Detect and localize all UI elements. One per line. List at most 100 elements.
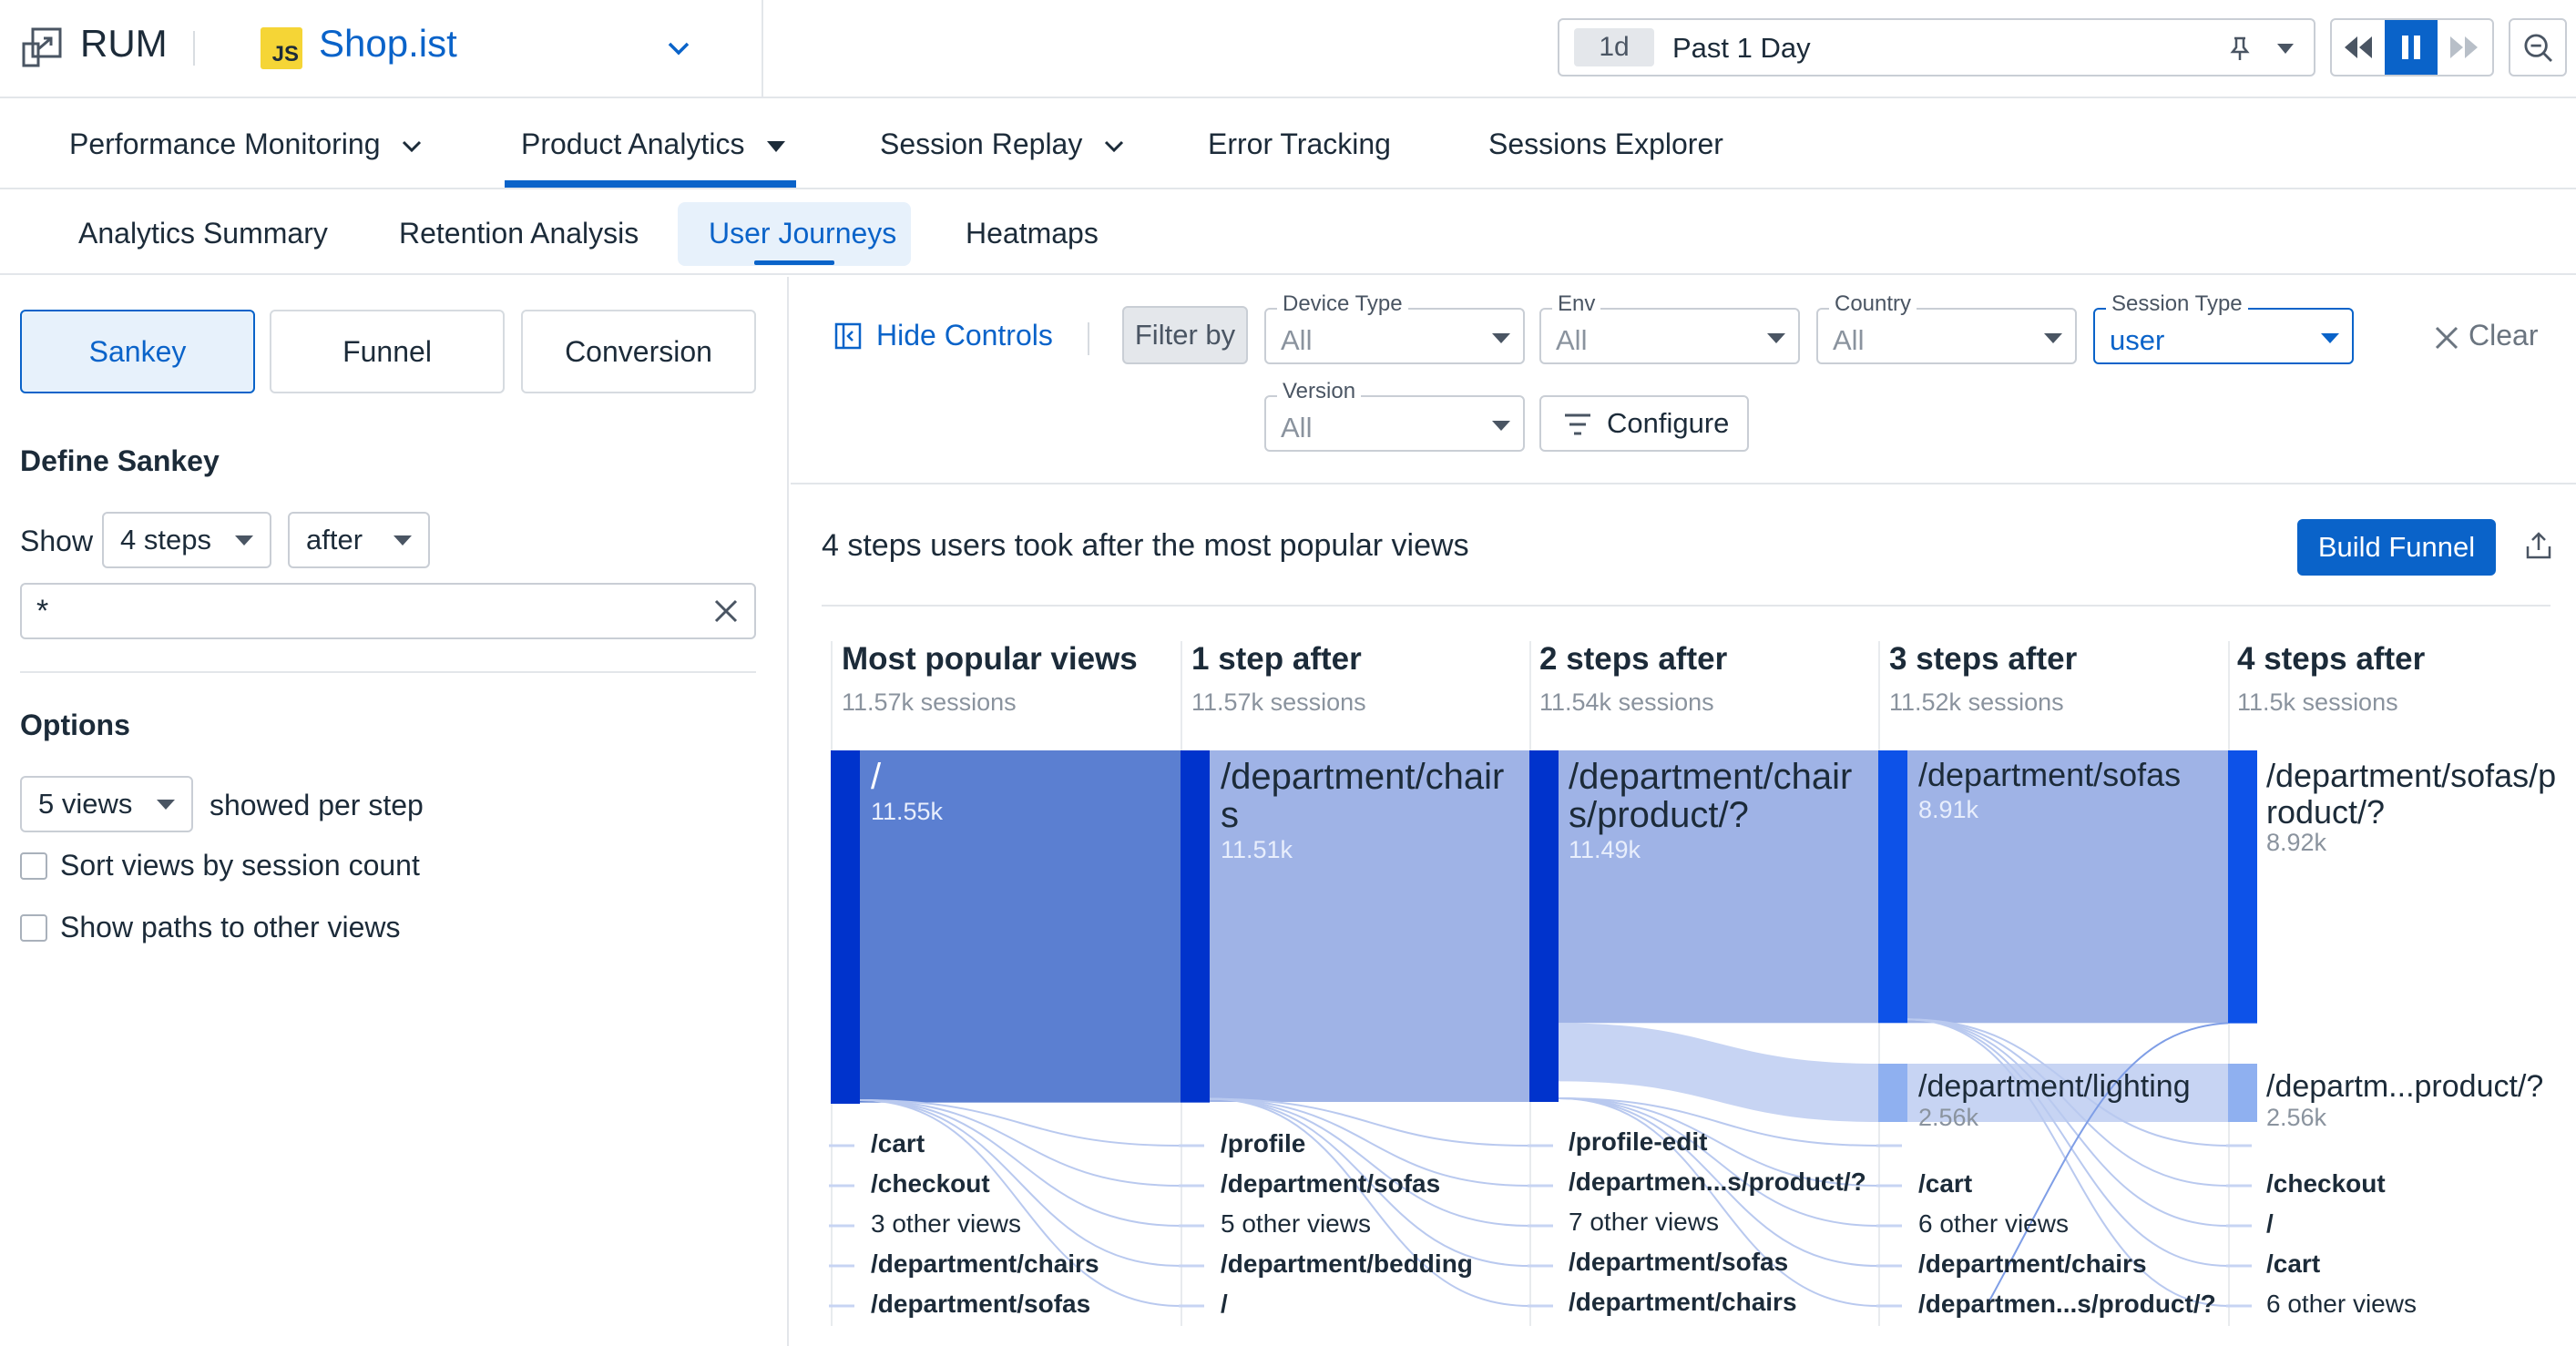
nav-sessions-explorer[interactable]: Sessions Explorer [1488,127,1723,161]
country-select[interactable]: Country All [1816,291,2077,364]
tab-analytics-summary[interactable]: Analytics Summary [78,217,328,250]
sidebar-collapse-icon[interactable] [834,322,862,350]
other-view-label[interactable]: 7 other views [1569,1208,1719,1237]
sankey-node [2228,1064,2257,1122]
other-view-label[interactable]: /department/chairs [1569,1288,1797,1317]
conversion-button[interactable]: Conversion [521,310,756,393]
build-funnel-button[interactable]: Build Funnel [2297,519,2496,576]
steps-dropdown[interactable]: 4 steps [102,512,271,568]
fast-forward-icon[interactable] [2438,20,2490,75]
node-label[interactable]: /department/lighting [1918,1067,2191,1106]
direction-dropdown[interactable]: after [288,512,430,568]
show-label: Show [20,525,94,557]
sankey-node [1878,750,1907,1024]
node-count: 8.91k [1918,796,1979,823]
other-view-label[interactable]: /department/bedding [1221,1249,1473,1279]
other-view-label[interactable]: 6 other views [1918,1209,2069,1239]
node-label[interactable]: /department/chairs/product/? [1569,758,1869,834]
caret-down-icon [1767,333,1785,343]
node-label[interactable]: /department/sofas/product/? [2266,758,2558,831]
nav-product-analytics[interactable]: Product Analytics [521,127,787,161]
filter-icon [1565,413,1590,435]
device-type-select[interactable]: Device Type All [1264,291,1525,364]
other-view-label[interactable]: 6 other views [2266,1290,2417,1319]
other-view-label[interactable]: /departmen...s/product/? [1569,1168,1866,1197]
view-filter-input[interactable]: * [20,583,756,639]
other-view-label[interactable]: /checkout [2266,1169,2386,1198]
time-range-picker[interactable]: 1d Past 1 Day [1558,18,2315,76]
node-label[interactable]: /departm...product/? [2266,1067,2543,1106]
country-value: All [1833,324,1865,356]
close-icon [2435,326,2458,349]
caret-down-icon [1492,421,1510,431]
pause-icon[interactable] [2385,20,2438,75]
column-sessions: 11.57k sessions [842,688,1017,716]
tab-heatmaps[interactable]: Heatmaps [966,217,1099,250]
rewind-icon[interactable] [2332,20,2385,75]
env-value: All [1556,324,1588,356]
show-other-paths-checkbox[interactable] [20,914,47,942]
column-title: 4 steps after [2237,641,2426,677]
caret-down-icon[interactable] [2275,40,2295,56]
env-select[interactable]: Env All [1539,291,1800,364]
other-view-label[interactable]: /department/sofas [871,1290,1090,1319]
caret-down-icon [2044,333,2062,343]
nav-performance-monitoring[interactable]: Performance Monitoring [69,127,423,161]
configure-button[interactable]: Configure [1539,395,1749,452]
node-count: 11.55k [871,798,944,825]
column-sessions: 11.57k sessions [1191,688,1366,716]
other-view-label[interactable]: /department/sofas [1569,1248,1788,1277]
playback-controls [2330,18,2494,76]
column-sessions: 11.5k sessions [2237,688,2398,716]
sankey-node [831,750,860,1104]
sankey-path [1558,1096,1879,1227]
other-view-label[interactable]: /cart [1918,1169,1972,1198]
pin-icon[interactable] [2226,35,2254,62]
node-label[interactable]: /department/chairs [1221,758,1521,834]
close-icon[interactable] [712,597,740,625]
other-view-label[interactable]: /checkout [871,1169,990,1198]
views-per-step-dropdown[interactable]: 5 views [20,776,193,832]
funnel-button[interactable]: Funnel [270,310,505,393]
hide-controls-link[interactable]: Hide Controls [876,319,1053,352]
tab-retention-analysis[interactable]: Retention Analysis [399,217,639,250]
sort-by-session-checkbox[interactable] [20,852,47,880]
other-view-label[interactable]: /profile [1221,1129,1305,1158]
sankey-button[interactable]: Sankey [20,310,255,393]
other-view-label[interactable]: /profile-edit [1569,1127,1707,1157]
version-select[interactable]: Version All [1264,379,1525,452]
other-view-label[interactable]: /department/chairs [871,1249,1099,1279]
other-view-label[interactable]: 5 other views [1221,1209,1371,1239]
other-view-label[interactable]: /departmen...s/product/? [1918,1290,2216,1319]
node-count: 2.56k [2266,1104,2327,1131]
zoom-out-icon[interactable] [2509,18,2567,76]
other-view-label[interactable]: /cart [2266,1249,2320,1279]
other-view-label[interactable]: /department/sofas [1221,1169,1440,1198]
filter-by-label: Filter by [1122,306,1248,364]
other-view-label[interactable]: /department/chairs [1918,1249,2147,1279]
env-label: Env [1552,291,1601,317]
js-logo-icon: JS [261,27,302,69]
clear-filters-button[interactable]: Clear [2434,319,2538,352]
app-selector[interactable]: Shop.ist [319,22,457,66]
other-view-label[interactable]: / [1221,1290,1228,1319]
divider [822,605,2550,607]
caret-down-icon [767,140,786,152]
other-view-label[interactable]: 3 other views [871,1209,1021,1239]
other-view-label[interactable]: / [2266,1209,2274,1239]
other-view-label[interactable]: /cart [871,1129,925,1158]
export-icon[interactable] [2523,530,2554,561]
column-title: 1 step after [1191,641,1362,677]
node-label[interactable]: /department/sofas [1918,756,2228,794]
nav-error-tracking[interactable]: Error Tracking [1208,127,1391,161]
sub-nav: Analytics Summary Retention Analysis Use… [0,191,2576,275]
sankey-path [1209,1097,1530,1227]
sankey-node [1181,750,1210,1103]
chevron-down-icon[interactable] [663,33,694,64]
session-type-select[interactable]: Session Type user [2093,291,2354,364]
node-label[interactable]: / [871,758,1171,796]
chevron-down-icon [403,140,422,152]
column-sessions: 11.52k sessions [1889,688,2064,716]
nav-session-replay[interactable]: Session Replay [880,127,1125,161]
tab-user-journeys[interactable]: User Journeys [709,217,896,250]
